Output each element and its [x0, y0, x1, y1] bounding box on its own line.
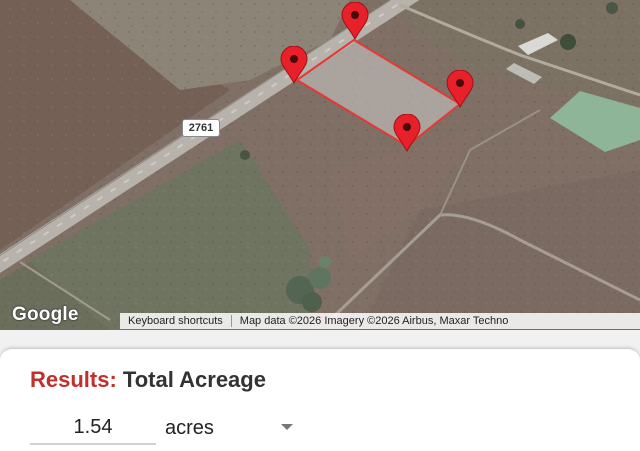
dropdown-caret-icon [281, 424, 293, 430]
results-title: Results: Total Acreage [30, 367, 266, 393]
results-title-prefix: Results: [30, 367, 117, 392]
results-panel: Results: Total Acreage 1.54 acres [0, 330, 640, 451]
map-pin-left[interactable] [279, 46, 309, 84]
google-logo: Google [12, 304, 79, 325]
satellite-imagery [0, 0, 640, 330]
keyboard-shortcuts-link[interactable]: Keyboard shortcuts [120, 315, 231, 327]
route-shield-label: 2761 [182, 119, 220, 137]
results-card: Results: Total Acreage 1.54 acres [0, 348, 640, 451]
acreage-value-field[interactable]: 1.54 [30, 411, 156, 445]
results-title-text: Total Acreage [122, 367, 266, 392]
unit-dropdown-value: acres [165, 416, 214, 439]
unit-dropdown[interactable]: acres [165, 411, 305, 445]
map-pin-bottom[interactable] [392, 114, 422, 152]
map-attribution-bar: Keyboard shortcuts Map data ©2026 Imager… [120, 313, 640, 329]
satellite-map[interactable]: 2761 Google Keyboard shortcuts Map data … [0, 0, 640, 330]
map-pin-right[interactable] [445, 70, 475, 108]
map-data-attribution[interactable]: Map data ©2026 Imagery ©2026 Airbus, Max… [232, 315, 509, 327]
map-pin-top[interactable] [340, 2, 370, 40]
